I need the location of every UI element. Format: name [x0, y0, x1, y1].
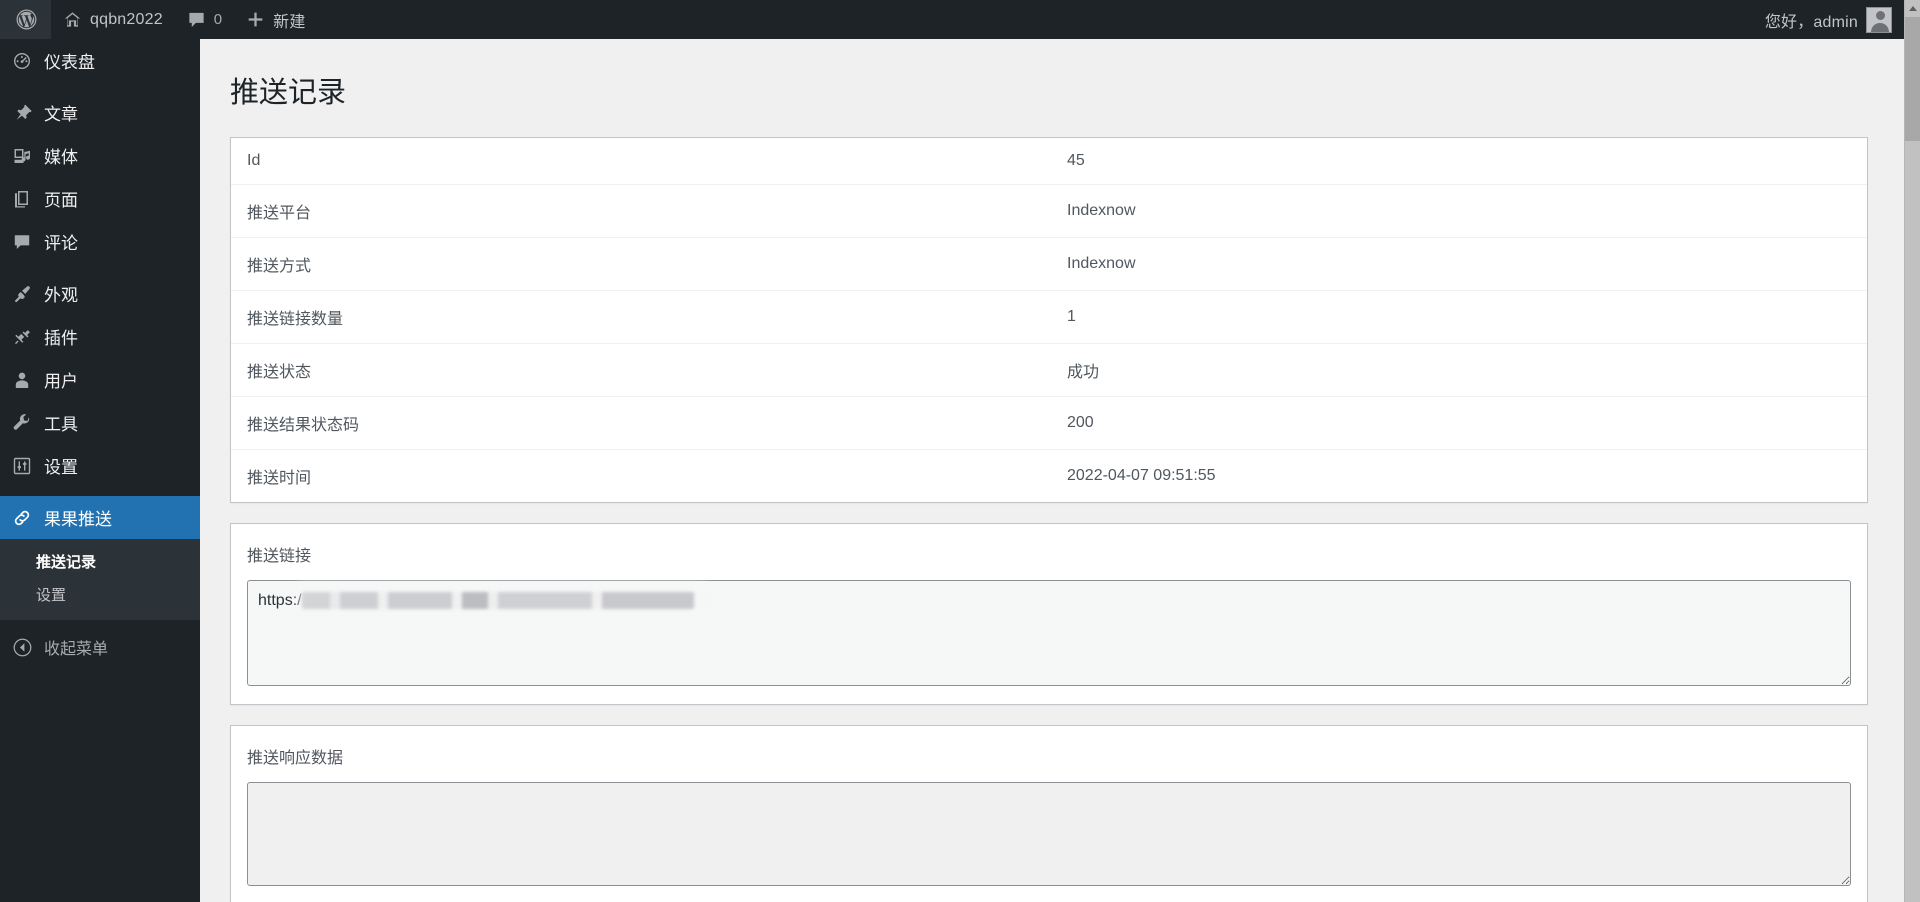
comment-bubble-icon — [0, 232, 44, 252]
sidebar-item-label: 插件 — [44, 329, 78, 348]
admin-bar: qqbn2022 0 新建 您好，admin — [0, 0, 1904, 39]
push-record-info-card: Id 45 推送平台 Indexnow 推送方式 Indexnow 推送链接数量… — [230, 136, 1868, 503]
sidebar-item-pages[interactable]: 页面 — [0, 177, 200, 220]
sidebar-item-users[interactable]: 用户 — [0, 358, 200, 401]
site-name-label: qqbn2022 — [90, 10, 163, 28]
push-record-table: Id 45 推送平台 Indexnow 推送方式 Indexnow 推送链接数量… — [231, 137, 1867, 502]
table-row: 推送方式 Indexnow — [231, 237, 1867, 291]
submenu-list: 推送记录 设置 — [0, 539, 200, 620]
pin-icon — [0, 103, 44, 123]
sidebar-item-plugins[interactable]: 插件 — [0, 315, 200, 358]
push-response-card: 推送响应数据 — [230, 724, 1868, 902]
sidebar-item-label: 外观 — [44, 286, 78, 305]
wrench-icon — [0, 413, 44, 433]
sidebar-item-appearance[interactable]: 外观 — [0, 272, 200, 315]
scroll-up-arrow-icon[interactable] — [1905, 0, 1920, 16]
push-links-field-wrapper — [247, 579, 1851, 686]
row-value: 200 — [1051, 396, 1867, 450]
content-area: 推送记录 Id 45 推送平台 Indexnow 推送方式 Indexnow 推… — [200, 39, 1904, 902]
menu-separator — [0, 487, 200, 496]
push-links-card: 推送链接 — [230, 522, 1868, 705]
row-value: Indexnow — [1051, 237, 1867, 291]
sidebar-item-label: 评论 — [44, 234, 78, 253]
page-scrollbar[interactable] — [1904, 0, 1920, 902]
row-key: 推送时间 — [247, 469, 312, 487]
push-links-textarea[interactable] — [247, 579, 1851, 686]
row-value: Indexnow — [1051, 184, 1867, 238]
admin-bar-spacer — [318, 0, 1753, 39]
user-avatar-icon — [1866, 6, 1892, 33]
row-key: 推送链接数量 — [231, 290, 1051, 344]
submenu-item-push-records[interactable]: 推送记录 — [0, 546, 200, 579]
sidebar-item-label: 页面 — [44, 191, 78, 210]
menu-separator — [0, 82, 200, 91]
sidebar-item-dashboard[interactable]: 仪表盘 — [0, 39, 200, 82]
comment-bubble-icon — [187, 10, 206, 29]
row-key: 推送方式 — [231, 237, 1051, 291]
row-value: 45 — [1051, 137, 1867, 185]
submenu-guoguo-push: 推送记录 设置 — [0, 539, 200, 620]
plus-icon — [246, 10, 265, 29]
table-row: 推送平台 Indexnow — [231, 184, 1867, 238]
row-key: 推送状态 — [231, 343, 1051, 397]
sidebar-item-posts[interactable]: 文章 — [0, 91, 200, 134]
my-account-menu[interactable]: 您好，admin — [1753, 0, 1904, 39]
admin-sidebar: 仪表盘 文章 媒体 页面 评论 外观 插件 用户 工具 设置 果果推送 推送记录… — [0, 39, 208, 902]
push-links-label: 推送链接 — [247, 547, 312, 565]
dashboard-gauge-icon — [0, 51, 44, 71]
scrollbar-thumb[interactable] — [1905, 17, 1920, 141]
table-row: 推送时间 2022-04-07 09:51:55 — [231, 449, 1867, 502]
comments-count: 0 — [213, 11, 223, 28]
submenu-item-settings[interactable]: 设置 — [0, 579, 200, 612]
new-content-label: 新建 — [273, 13, 306, 31]
row-key: Id — [231, 137, 1051, 185]
row-value: 成功 — [1051, 343, 1867, 397]
media-icon — [0, 146, 44, 166]
content-body: 推送记录 Id 45 推送平台 Indexnow 推送方式 Indexnow 推… — [200, 66, 1904, 902]
collapse-menu-label: 收起菜单 — [44, 641, 109, 658]
collapse-menu-button[interactable]: 收起菜单 — [0, 626, 200, 668]
admin-menu-list: 仪表盘 文章 媒体 页面 评论 外观 插件 用户 工具 设置 果果推送 推送记录… — [0, 39, 208, 668]
table-row: Id 45 — [231, 137, 1867, 185]
sidebar-item-label: 果果推送 — [44, 510, 112, 529]
sidebar-item-settings[interactable]: 设置 — [0, 444, 200, 487]
comments-menu[interactable]: 0 — [175, 0, 234, 39]
sidebar-item-label: 文章 — [44, 105, 78, 124]
push-response-field-wrapper — [247, 781, 1851, 886]
new-content-menu[interactable]: 新建 — [234, 0, 317, 39]
row-key: 推送平台 — [231, 184, 1051, 238]
wordpress-logo-button[interactable] — [0, 0, 51, 39]
push-response-textarea[interactable] — [247, 781, 1851, 886]
sidebar-item-label: 媒体 — [44, 148, 78, 167]
user-icon — [0, 370, 44, 390]
row-value: 2022-04-07 09:51:55 — [1067, 466, 1216, 484]
pages-icon — [0, 189, 44, 209]
row-value: 1 — [1051, 290, 1867, 344]
sidebar-item-comments[interactable]: 评论 — [0, 220, 200, 263]
sidebar-item-label: 仪表盘 — [44, 53, 95, 72]
site-name-menu[interactable]: qqbn2022 — [51, 0, 175, 39]
table-row: 推送结果状态码 200 — [231, 396, 1867, 450]
collapse-arrow-left-icon — [0, 637, 44, 658]
home-icon — [63, 10, 82, 29]
sliders-icon — [0, 456, 44, 476]
sidebar-item-tools[interactable]: 工具 — [0, 401, 200, 444]
sidebar-item-guoguo-push[interactable]: 果果推送 — [0, 496, 208, 539]
menu-separator — [0, 263, 200, 272]
link-chain-icon — [0, 508, 44, 528]
table-row: 推送链接数量 1 — [231, 290, 1867, 344]
page-title: 推送记录 — [230, 77, 347, 109]
sidebar-item-label: 用户 — [44, 372, 78, 391]
row-key: 推送结果状态码 — [231, 396, 1051, 450]
push-response-label: 推送响应数据 — [247, 749, 344, 767]
greeting-label: 您好，admin — [1764, 13, 1858, 31]
sidebar-item-label: 工具 — [44, 415, 78, 434]
wordpress-logo-icon — [16, 9, 37, 30]
table-row: 推送状态 成功 — [231, 343, 1867, 397]
sidebar-item-media[interactable]: 媒体 — [0, 134, 200, 177]
plug-icon — [0, 327, 44, 347]
paintbrush-icon — [0, 284, 44, 304]
sidebar-item-label: 设置 — [44, 458, 78, 477]
